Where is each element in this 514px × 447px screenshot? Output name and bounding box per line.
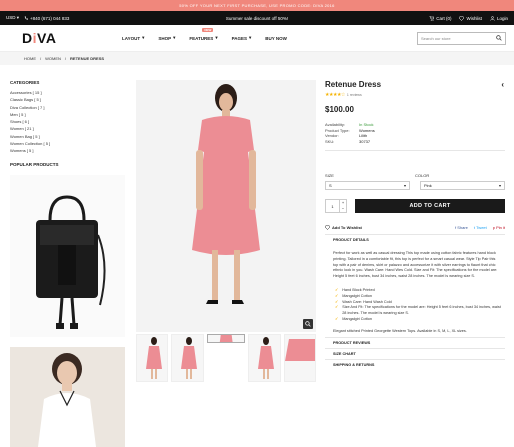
user-icon: [490, 15, 495, 21]
chevron-down-icon: ▾: [249, 35, 252, 40]
wishlist-link[interactable]: Wishlist: [459, 16, 482, 21]
product-title: Retenue Dress: [325, 80, 382, 89]
search-icon[interactable]: [496, 35, 502, 41]
product-info: Retenue Dress ★★★★☆ 1 reviews $100.00 Av…: [325, 80, 505, 370]
chevron-down-icon: ▾: [403, 183, 406, 188]
feature-list: ✓ Hand Block Printed ✓ Mangalgiri Cotton ✓…: [325, 280, 505, 323]
cart-icon: [429, 15, 435, 21]
nav-shop[interactable]: SHOP ▾: [158, 35, 175, 41]
currency-selector[interactable]: USD ▾: [6, 15, 19, 21]
main-nav: LAYOUT ▾ SHOP ▾ FEATURES ▾ NEW PAGES ▾ BUY NO…: [122, 28, 287, 41]
size-select[interactable]: S ▾: [325, 181, 410, 190]
top-bar: USD ▾ +840 (671) 044 833 Summer sale dis…: [0, 11, 514, 25]
thumbnail[interactable]: [248, 334, 281, 382]
breadcrumb-home[interactable]: HOME: [24, 56, 36, 61]
color-select[interactable]: Pink ▾: [420, 181, 505, 190]
thumbnail-selected[interactable]: [206, 334, 246, 343]
category-link[interactable]: Diva Collection [ 7 ]: [10, 104, 125, 111]
product-price: $100.00: [325, 105, 354, 114]
twitter-share[interactable]: t Tweet: [474, 225, 487, 230]
quantity-decrease[interactable]: −: [340, 206, 346, 212]
phone: +840 (671) 044 833: [24, 16, 69, 21]
zoom-icon: [305, 321, 311, 327]
quantity-value[interactable]: 1: [326, 200, 339, 212]
size-chart-tab[interactable]: SIZE CHART: [325, 347, 505, 359]
check-icon: ✓: [335, 305, 339, 310]
category-link[interactable]: Shoes [ 6 ]: [10, 118, 125, 125]
heart-icon: [459, 15, 465, 21]
quantity-stepper[interactable]: 1 + −: [325, 199, 347, 213]
pinterest-share[interactable]: p Pin it: [493, 225, 505, 230]
nav-pages[interactable]: PAGES ▾: [232, 35, 252, 41]
product-description: Perfect for work as well as casual dress…: [333, 251, 498, 279]
search-input[interactable]: Search our store: [417, 31, 506, 45]
breadcrumb: HOME / WOMEN / RETENUE DRESS: [0, 52, 514, 65]
category-link[interactable]: Womens [ 5 ]: [10, 147, 125, 154]
popular-products-title: POPULAR PRODUCTS: [10, 161, 59, 167]
heart-icon: [325, 225, 330, 230]
cart-link[interactable]: Cart (0): [429, 16, 451, 21]
add-to-cart-button[interactable]: ADD TO CART: [355, 199, 505, 213]
thumbnail-strip: [136, 334, 317, 382]
star-rating-icon: ★★★★☆: [325, 92, 345, 98]
promo-bar: 50% OFF YOUR NEXT FIRST PURCHASE, USE PR…: [0, 0, 514, 11]
category-link[interactable]: Accessories [ 15 ]: [10, 89, 125, 96]
site-header: DiVA LAYOUT ▾ SHOP ▾ FEATURES ▾ NEW PAGES ▾ B…: [0, 25, 514, 52]
divider: [325, 150, 505, 151]
main-product-image[interactable]: [136, 80, 316, 332]
rating: ★★★★☆ 1 reviews: [325, 92, 505, 98]
chevron-down-icon: ▾: [142, 35, 145, 40]
sidebar: CATEGORIES Accessories [ 15 ] Classic Ba…: [10, 80, 125, 167]
shipping-returns-tab[interactable]: SHIPPING & RETURNS: [325, 358, 505, 370]
category-link[interactable]: Women Bag [ 5 ]: [10, 133, 125, 140]
category-link[interactable]: Women Collection [ 5 ]: [10, 140, 125, 147]
nav-buy-now[interactable]: BUY NOW: [265, 36, 287, 41]
login-link[interactable]: Login: [490, 16, 508, 21]
size-label: SIZE: [325, 173, 334, 178]
facebook-share[interactable]: f Share: [455, 225, 468, 230]
product-meta: Availability: In Stock Product Type: Women…: [325, 122, 505, 144]
popular-product-blouse-image[interactable]: [10, 347, 125, 447]
phone-icon: [24, 16, 29, 20]
category-link[interactable]: Men [ 5 ]: [10, 111, 125, 118]
logo[interactable]: DiVA: [22, 30, 122, 46]
thumbnail[interactable]: [136, 334, 169, 382]
color-label: COLOR: [415, 173, 430, 178]
breadcrumb-women[interactable]: WOMEN: [45, 56, 61, 61]
product-reviews-tab[interactable]: PRODUCT REVIEWS: [325, 336, 505, 348]
zoom-button[interactable]: [303, 319, 313, 329]
check-icon: ✓: [335, 316, 339, 321]
product-details-tab[interactable]: PRODUCT DETAILS: [325, 234, 505, 245]
feature-item: ✓ Size And Fit: The specifications for th…: [335, 305, 501, 316]
thumbnail[interactable]: [283, 334, 317, 382]
chevron-down-icon: ▾: [215, 35, 218, 40]
categories-title: CATEGORIES: [10, 80, 40, 85]
extra-description: Elegant stitched Printed Georgette Weste…: [333, 328, 467, 333]
nav-layout[interactable]: LAYOUT ▾: [122, 35, 144, 41]
chevron-down-icon: ▾: [498, 183, 501, 188]
category-link[interactable]: Classic Bags [ 5 ]: [10, 96, 125, 103]
chevron-down-icon: ▾: [173, 35, 176, 40]
nav-features[interactable]: FEATURES ▾ NEW: [189, 28, 218, 41]
category-link[interactable]: Women [ 21 ]: [10, 125, 125, 132]
new-badge: NEW: [202, 28, 214, 32]
reviews-count[interactable]: 1 reviews: [347, 93, 362, 97]
breadcrumb-current: RETENUE DRESS: [70, 56, 105, 61]
add-to-wishlist-link[interactable]: Add To Wishlist: [325, 225, 362, 230]
popular-product-backpack-image[interactable]: [10, 175, 125, 337]
thumbnail[interactable]: [171, 334, 204, 382]
